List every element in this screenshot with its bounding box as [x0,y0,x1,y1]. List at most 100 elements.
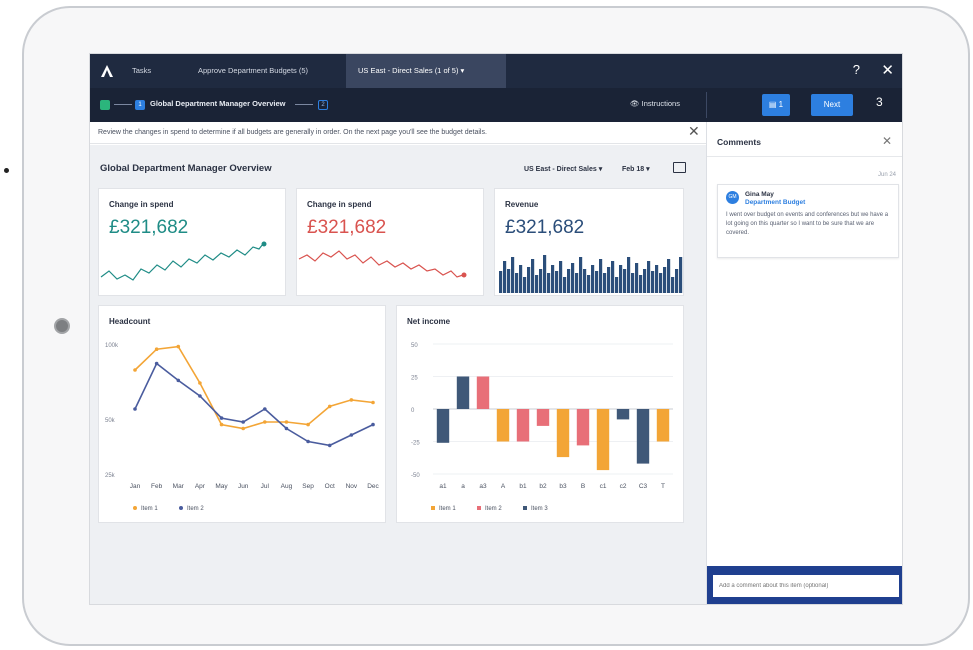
x-tick-label: T [661,483,665,490]
comment-date: Jun 24 [877,172,896,178]
instructions-button[interactable]: 👁 Instructions [630,99,680,108]
region-filter-dropdown[interactable]: US East - Direct Sales ▾ [524,165,602,173]
tablet-home-button[interactable] [54,318,70,334]
kpi-card-spend-1[interactable]: Change in spend £321,682 [98,188,286,296]
x-tick-label: c1 [600,483,607,490]
next-button[interactable]: Next [811,94,853,116]
revenue-bar [571,263,575,293]
legend-label: Item 2 [187,506,204,512]
revenue-bar [663,267,667,293]
revenue-bar [539,269,543,293]
revenue-bar [507,269,511,293]
tab-approve-budgets[interactable]: Approve Department Budgets (5) [186,54,320,88]
period-filter-value: Feb 18 [622,166,645,173]
app-screen: Tasks Approve Department Budgets (5) US … [89,53,903,605]
notice-close-icon[interactable]: ✕ [688,123,700,140]
data-point [219,416,224,420]
kpi-title: Change in spend [109,200,174,209]
legend-swatch [179,506,183,510]
next-step-number[interactable]: 2 [318,100,328,110]
revenue-bar [611,261,615,293]
sidebar-title: Comments [717,137,761,147]
x-tick-label: Sep [302,483,314,490]
divider [707,156,902,157]
comment-input[interactable] [713,575,899,597]
chevron-down-icon: ▾ [598,166,603,173]
completed-step-check-icon[interactable] [100,100,110,110]
data-point [198,381,202,385]
x-tick-label: Jul [261,483,270,490]
kpi-title: Change in spend [307,200,372,209]
y-tick-label: 100k [105,343,119,349]
page-title: Global Department Manager Overview [100,163,272,174]
y-tick-label: 25 [411,376,418,382]
x-tick-label: C3 [639,483,648,490]
bar [656,409,670,442]
data-point [327,443,332,448]
revenue-bar [511,257,515,293]
x-tick-label: Mar [173,483,185,490]
bar [516,409,530,442]
avatar: GM [726,191,739,204]
tab-us-east[interactable]: US East - Direct Sales (1 of 5) ▾ [346,54,506,88]
revenue-bar [639,275,643,293]
revenue-bar [579,257,583,293]
revenue-bar [627,257,631,293]
revenue-bar [535,275,539,293]
x-tick-label: Dec [367,483,379,490]
current-step-number[interactable]: 1 [135,100,145,110]
revenue-bar [591,265,595,293]
revenue-bar [619,265,623,293]
eye-icon: 👁 [630,99,640,108]
revenue-bar [631,273,635,293]
tab-tasks[interactable]: Tasks [120,54,163,88]
layout-toggle-icon[interactable] [673,162,686,173]
comment-icon: ▤ [768,100,777,109]
kpi-value: £321,682 [307,217,387,238]
revenue-bar [575,273,579,293]
close-icon[interactable]: ✕ [881,61,894,79]
kpi-revenue-bars [499,255,683,293]
data-point [154,361,159,366]
comment-link[interactable]: Department Budget [745,199,805,206]
net-income-chart-card[interactable]: Net income 50 25 0 -25 -50 a1 a a3 Ab1 b2 b3 Bc1 c2 C… [396,305,684,523]
data-point [371,400,375,405]
bar [636,409,650,464]
comment-card[interactable]: GM Gina May Department Budget I went ove… [717,184,899,258]
bar [476,376,490,409]
y-tick-label: 50 [411,343,418,349]
current-step-label[interactable]: Global Department Manager Overview [150,99,285,108]
data-point [241,426,245,431]
bar [496,409,510,442]
revenue-bar [679,257,683,293]
x-tick-label: b2 [539,483,547,490]
revenue-bar [503,261,507,293]
region-filter-value: US East - Direct Sales [524,166,597,173]
x-tick-label: a3 [479,483,487,490]
period-filter-dropdown[interactable]: Feb 18 ▾ [622,165,650,173]
y-tick-label: 25k [105,473,116,479]
revenue-bar [599,259,603,293]
help-icon[interactable]: ? [853,62,860,77]
legend-label: Item 3 [531,506,548,512]
headcount-chart-card[interactable]: Headcount 100k 50k 25k Jan Feb Mar Apr May Jun Ju… [98,305,386,523]
revenue-bar [651,271,655,293]
revenue-bar [547,273,551,293]
app-logo-icon[interactable] [98,62,116,80]
revenue-bar [543,255,547,293]
sidebar-close-icon[interactable]: ✕ [882,134,892,148]
legend-swatch [133,506,137,510]
revenue-bar [551,265,555,293]
data-point [154,347,159,351]
kpi-card-revenue[interactable]: Revenue £321,682 [494,188,684,296]
revenue-bar [567,269,571,293]
legend-label: Item 1 [439,506,456,512]
y-tick-label: -25 [411,441,420,447]
net-income-chart: 50 25 0 -25 -50 a1 a a3 Ab1 b2 b3 Bc1 c2 C3 T Item 1 Ite… [411,343,673,512]
kpi-card-spend-2[interactable]: Change in spend £321,682 [296,188,484,296]
x-tick-label: b3 [559,483,567,490]
comments-button[interactable]: ▤ 1 [762,94,790,116]
cart-icon[interactable]: 3 [876,95,883,109]
headcount-chart: 100k 50k 25k Jan Feb Mar Apr May Jun Jul Aug Sep Oct… [105,343,380,512]
x-tick-label: A [501,483,506,490]
